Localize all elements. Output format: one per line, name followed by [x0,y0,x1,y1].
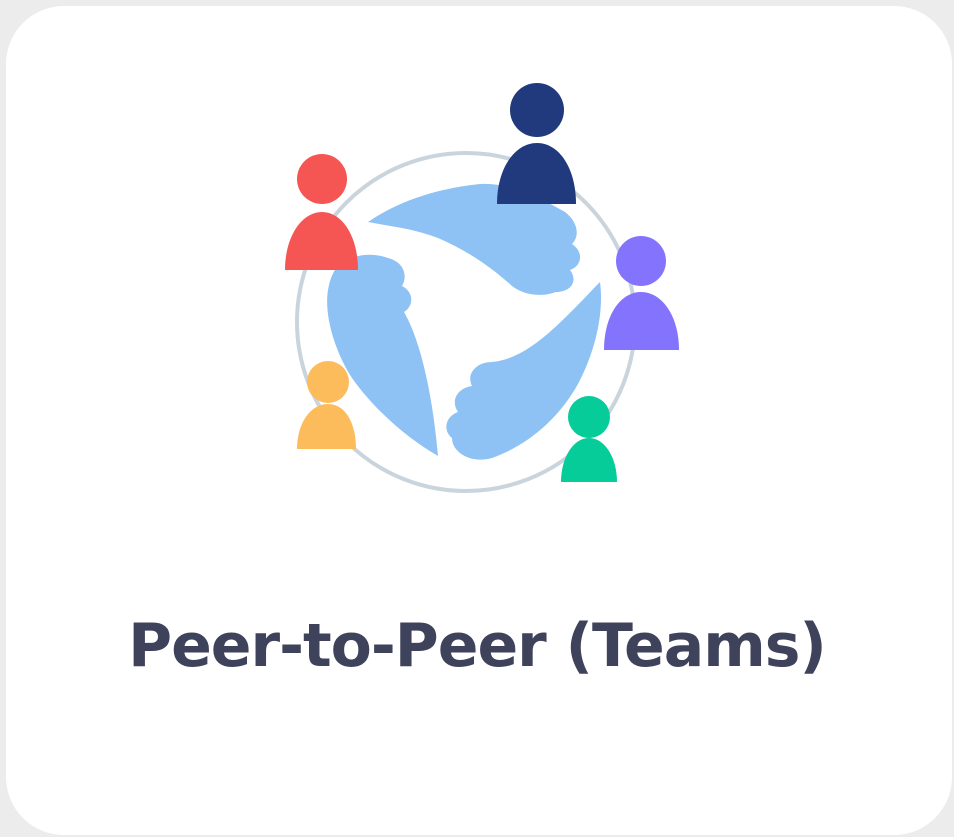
person-red-icon [285,154,358,270]
peer-to-peer-teams-icon [285,83,679,493]
person-green-icon [561,396,617,482]
person-purple-icon [604,236,679,350]
card-title: Peer-to-Peer (Teams) [128,611,827,681]
joined-hands-icon [327,183,602,460]
person-navy-icon [497,83,576,204]
